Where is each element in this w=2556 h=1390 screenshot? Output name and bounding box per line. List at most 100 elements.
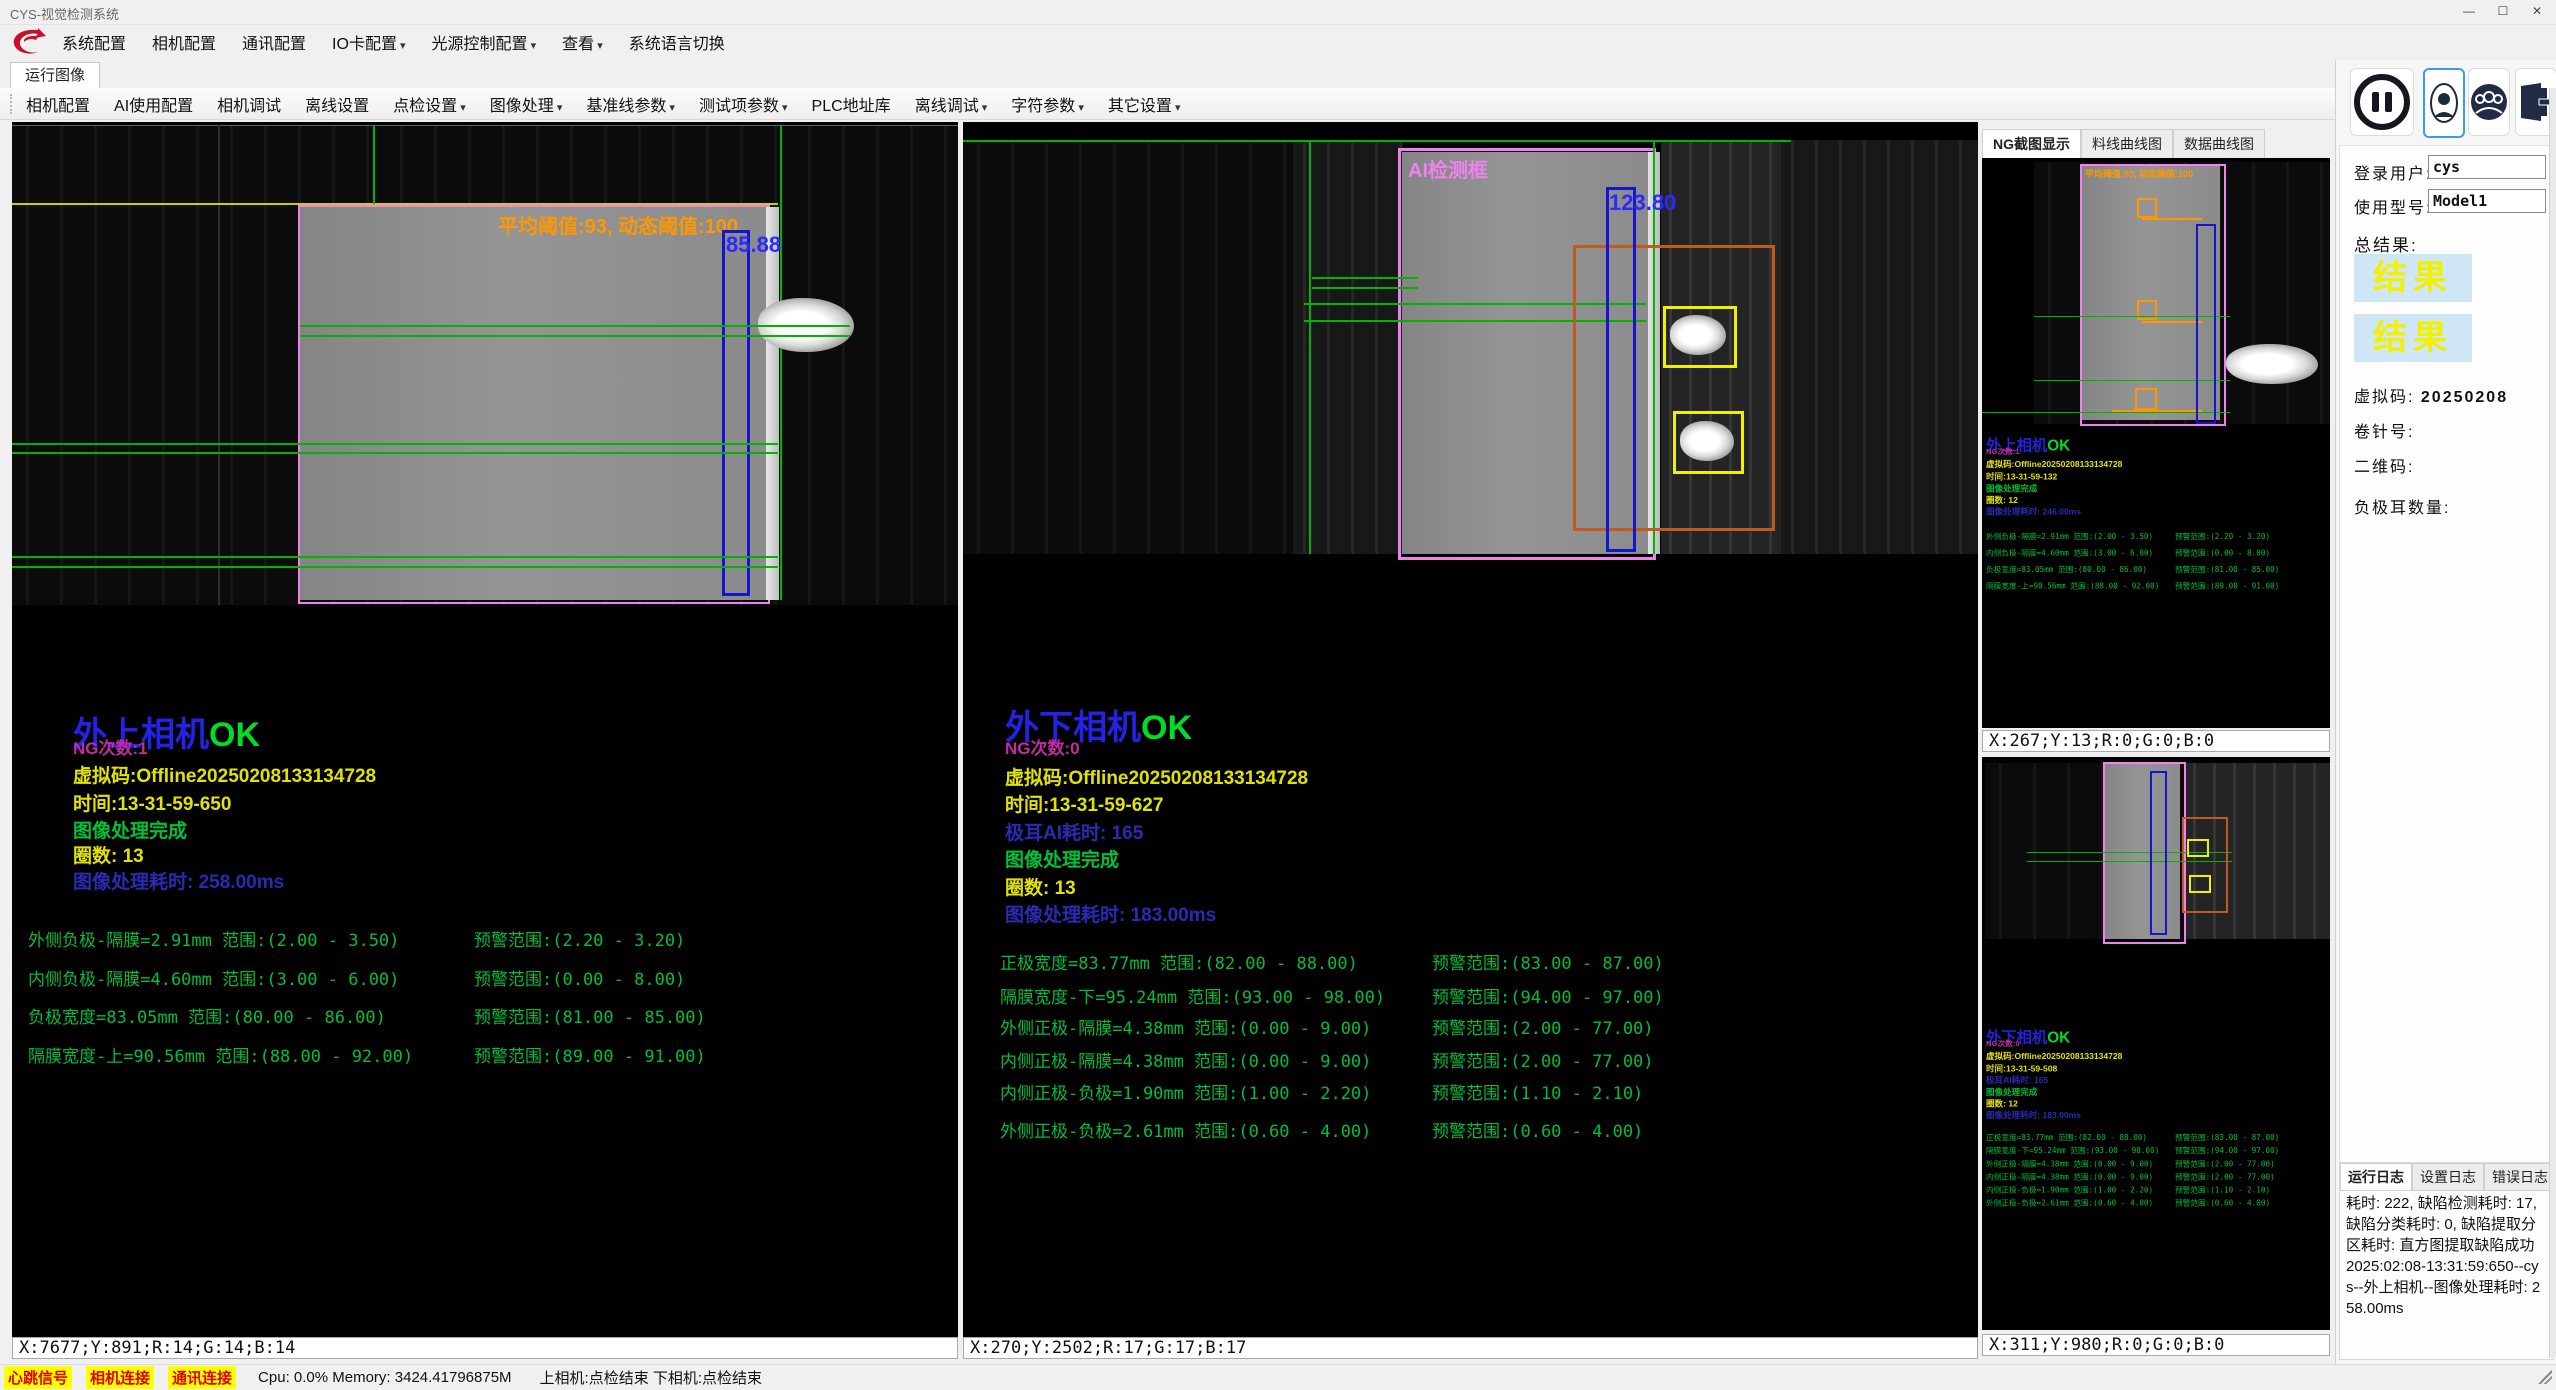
roll-pin-label: 卷针号:: [2354, 418, 2414, 442]
tool-image-processing[interactable]: 图像处理: [490, 92, 563, 116]
measure-line: [1982, 412, 2230, 413]
measurement-warn: 预警范围:(81.00 - 85.00): [474, 1003, 706, 1028]
camera-check-status: 上相机:点检结束 下相机:点检结束: [540, 1367, 763, 1388]
comm-connect-badge: 通讯连接: [168, 1366, 236, 1389]
title-bar: CYS-视觉检测系统 — ☐ ✕: [0, 0, 2556, 25]
ai-region-box: [298, 205, 770, 604]
defect-yellow-box: [1663, 306, 1737, 368]
defect-annotation: [2142, 218, 2202, 220]
process-elapsed: 图像处理耗时: 183.00ms: [1005, 900, 1216, 927]
measurement-row: 外侧负极-隔膜=2.91mm 范围:(2.00 - 3.50): [28, 926, 399, 951]
tool-baseline-params[interactable]: 基准线参数: [586, 92, 675, 116]
log-tab-bar: 运行日志 设置日志 错误日志: [2340, 1163, 2553, 1191]
resize-grip[interactable]: [2538, 1370, 2552, 1384]
green-vertical-line: [1309, 140, 1311, 554]
bright-edge-strip: [766, 207, 779, 600]
user-button[interactable]: [2423, 68, 2465, 138]
defect-yellow-box: [2187, 839, 2209, 857]
menu-io-card-config[interactable]: IO卡配置: [332, 30, 405, 54]
tab-metal-blob: [1680, 421, 1734, 461]
tool-other-settings[interactable]: 其它设置: [1108, 92, 1181, 116]
measurement-warn: 预警范围:(1.10 - 2.10): [1432, 1079, 1643, 1104]
measure-line: [300, 325, 850, 327]
measure-line: [1312, 277, 1418, 279]
measurement-row: 负极宽度=83.05mm 范围:(80.00 - 86.00): [28, 1003, 386, 1028]
measurement-warn: 预警范围:(2.00 - 77.00): [1432, 1014, 1654, 1039]
heartbeat-badge: 心跳信号: [4, 1366, 72, 1389]
maximize-button[interactable]: ☐: [2486, 0, 2520, 22]
model-input[interactable]: [2428, 189, 2546, 213]
menu-system-config[interactable]: 系统配置: [62, 30, 126, 54]
tool-char-params[interactable]: 字符参数: [1011, 92, 1084, 116]
measurement-row: 正极宽度=83.77mm 范围:(82.00 - 88.00): [1000, 949, 1358, 974]
menu-light-control-config[interactable]: 光源控制配置: [432, 30, 537, 54]
tab-setting-log[interactable]: 设置日志: [2412, 1163, 2484, 1190]
login-user-input[interactable]: [2428, 155, 2546, 179]
tool-camera-config[interactable]: 相机配置: [26, 92, 90, 116]
tool-offline-setting[interactable]: 离线设置: [305, 92, 369, 116]
measure-value-overlay: 85.88: [726, 232, 781, 258]
green-edge-line: [780, 125, 782, 600]
measurement-warn: 预警范围:(0.60 - 4.00): [1432, 1117, 1643, 1142]
ng-thumbnail-lower[interactable]: 外下相机OK NG次数:0 虚拟码:Offline202502081331347…: [1982, 757, 2330, 1330]
image-top-edge: [12, 125, 958, 126]
tab-metal-blob: [2226, 344, 2318, 384]
capture-time: 时间:13-31-59-650: [73, 789, 231, 816]
tool-ai-use-config[interactable]: AI使用配置: [114, 92, 193, 116]
user-group-icon: [2470, 83, 2508, 121]
close-button[interactable]: ✕: [2520, 0, 2554, 22]
tool-camera-debug[interactable]: 相机调试: [217, 92, 281, 116]
measure-blue-box: [2196, 224, 2216, 424]
lower-coordinate-bar: X:270;Y:2502;R:17;G:17;B:17: [963, 1337, 1978, 1359]
toolbar: 相机配置 AI使用配置 相机调试 离线设置 点检设置 图像处理 基准线参数 测试…: [0, 88, 2556, 120]
ng-thumbnail-upper[interactable]: 平均阈值:93, 动态阈值:100 外上相机OK NG次数:1 虚拟码:Offl…: [1982, 158, 2330, 728]
measurement-warn: 预警范围:(2.00 - 77.00): [1432, 1047, 1654, 1072]
tab-error-log[interactable]: 错误日志: [2484, 1163, 2556, 1190]
virtual-code: 虚拟码:Offline20250208133134728: [1005, 763, 1308, 790]
loop-count: 圈数: 13: [1005, 873, 1076, 900]
menu-language-switch[interactable]: 系统语言切换: [629, 30, 725, 54]
log-text: 耗时: 222, 缺陷检测耗时: 17, 缺陷分类耗时: 0, 缺陷提取分区耗时…: [2346, 1193, 2546, 1319]
toolbar-grip[interactable]: [10, 94, 12, 114]
tab-data-curve[interactable]: 数据曲线图: [2173, 129, 2265, 158]
minimize-button[interactable]: —: [2452, 0, 2486, 22]
left-camera-viewport[interactable]: 平均阈值:93, 动态阈值:100 85.88 外上相机OK NG次数:1 虚拟…: [12, 122, 958, 1337]
measurement-row: 外侧正极-隔膜=4.38mm 范围:(0.00 - 9.00): [1000, 1014, 1371, 1039]
measure-line: [1312, 287, 1418, 289]
user-group-button[interactable]: [2468, 68, 2510, 136]
tab-line-curve[interactable]: 料线曲线图: [2081, 129, 2173, 158]
right-sidebar: 登录用户: 使用型号: 总结果: 结果 结果 虚拟码: 20250208 卷针号…: [2335, 60, 2556, 1364]
pause-button[interactable]: [2350, 68, 2414, 136]
process-elapsed: 图像处理耗时: 258.00ms: [73, 867, 284, 894]
qr-code-label: 二维码:: [2354, 453, 2414, 477]
login-user-label: 登录用户:: [2354, 160, 2432, 184]
measure-blue-box: [722, 230, 750, 596]
camera-connect-badge: 相机连接: [86, 1366, 154, 1389]
defect-yellow-box: [1673, 411, 1744, 474]
image-far-right: [1781, 140, 1978, 554]
thumb2-coordinate-bar: X:311;Y:980;R:0;G:0;B:0: [1982, 1334, 2330, 1356]
menu-comm-config[interactable]: 通讯配置: [242, 30, 306, 54]
tool-offline-debug[interactable]: 离线调试: [915, 92, 988, 116]
pause-icon: [2354, 74, 2410, 130]
tool-plc-address-lib[interactable]: PLC地址库: [812, 92, 891, 116]
tool-spot-check-setting[interactable]: 点检设置: [393, 92, 466, 116]
right-scrollbar[interactable]: [2549, 88, 2556, 1358]
measure-blue-box: [2150, 771, 2167, 935]
tab-run-image[interactable]: 运行图像: [10, 62, 100, 89]
tool-test-item-params[interactable]: 测试项参数: [699, 92, 788, 116]
measurement-warn: 预警范围:(94.00 - 97.00): [1432, 983, 1664, 1008]
thumb1-coordinate-bar: X:267;Y:13;R:0;G:0;B:0: [1982, 730, 2330, 752]
tab-run-log[interactable]: 运行日志: [2340, 1163, 2412, 1190]
tab-count-label: 负极耳数量:: [2354, 494, 2450, 518]
menu-camera-config[interactable]: 相机配置: [152, 30, 216, 54]
green-vertical-segment: [373, 125, 375, 204]
menu-view[interactable]: 查看: [562, 30, 603, 54]
process-done: 图像处理完成: [73, 816, 187, 843]
tab-metal-blob: [1670, 315, 1726, 355]
result-badge-upper: 结果: [2354, 254, 2472, 302]
tab-ng-screenshot[interactable]: NG截图显示: [1982, 129, 2081, 158]
threshold-overlay-text: 平均阈值:93, 动态阈值:100: [2085, 167, 2193, 180]
process-done: 图像处理完成: [1005, 845, 1119, 872]
lower-camera-viewport[interactable]: AI检测框 123.80 外下相机OK NG次数:0 虚拟码:Offline20…: [963, 122, 1978, 1337]
